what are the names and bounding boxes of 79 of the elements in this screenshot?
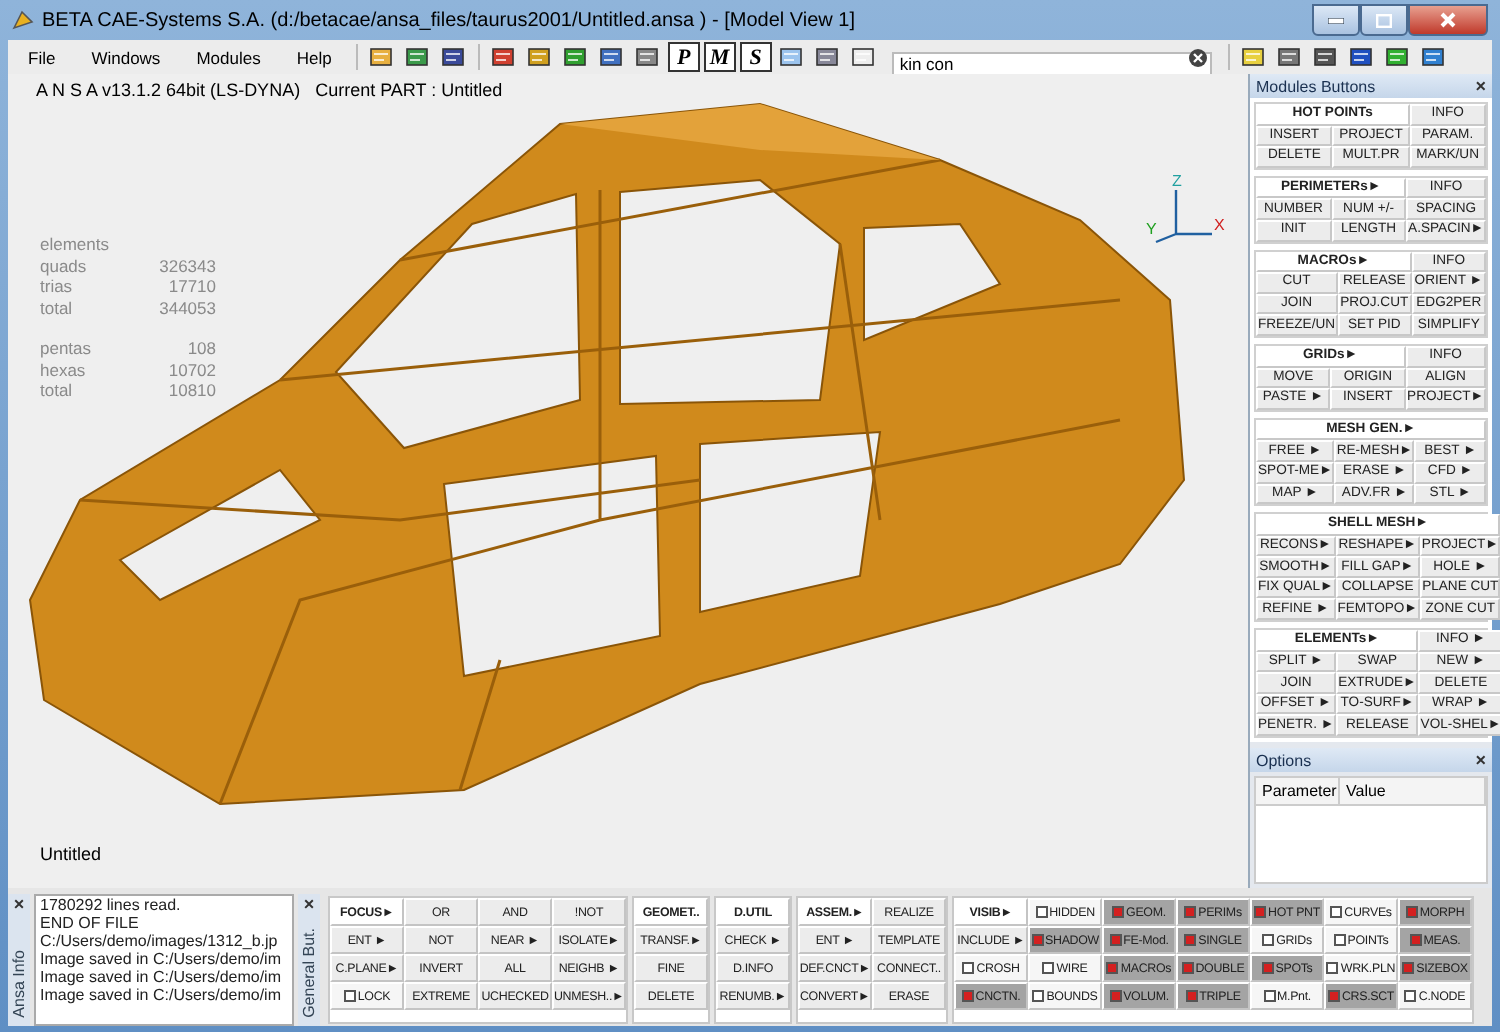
log-line: Image saved in C:/Users/demo/im	[38, 986, 283, 1004]
checkbox[interactable]	[1333, 934, 1346, 946]
menu-item[interactable]: Modules	[180, 47, 277, 67]
checkbox[interactable]	[1184, 934, 1197, 946]
stat-label: pentas	[40, 338, 94, 359]
minimize-button[interactable]	[1312, 4, 1360, 36]
checkbox[interactable]	[961, 990, 974, 1002]
checkbox[interactable]	[1405, 906, 1418, 918]
stat-label: trias	[40, 276, 75, 297]
window-title: BETA CAE-Systems S.A. (d:/betacae/ansa_files/taurus2001/Untitled.ansa ) - [Model View 1]	[42, 9, 855, 31]
viewport-header: A N S A v13.1.2 64bit (LS-DYNA) Current PART : Untitled	[34, 78, 505, 104]
checkbox[interactable]	[1327, 990, 1340, 1002]
stat-label: hexas	[40, 359, 88, 380]
maximize-icon	[1376, 13, 1392, 27]
panel-title: Options	[1256, 751, 1312, 770]
log-line: Image saved in C:/Users/demo/im	[38, 950, 283, 968]
toolbar-button[interactable]: P	[667, 42, 700, 72]
toolbar-button[interactable]: M	[703, 42, 736, 72]
stat-value: 326343	[157, 255, 216, 276]
checkbox[interactable]	[1330, 906, 1343, 918]
clear-icon[interactable]	[1187, 47, 1208, 67]
log-line: C:/Users/demo/images/1312_b.jp	[38, 932, 280, 950]
log-line: 1780292 lines read.	[38, 896, 183, 914]
checkbox[interactable]	[1181, 962, 1194, 974]
close-icon	[1440, 12, 1456, 28]
maximize-button[interactable]	[1360, 4, 1408, 36]
column-header: Value	[1340, 778, 1486, 807]
checkbox[interactable]	[1263, 990, 1275, 1002]
app-logo-icon	[12, 9, 34, 31]
stat-value: 10810	[166, 380, 216, 401]
checkbox[interactable]	[1032, 990, 1045, 1002]
checkbox[interactable]	[1262, 934, 1275, 946]
close-icon[interactable]: ×	[1475, 750, 1486, 771]
stat-label: quads	[40, 255, 89, 276]
stat-value: 10702	[166, 359, 216, 380]
stat-value: 17710	[166, 276, 216, 297]
log-line: END OF FILE	[38, 914, 141, 932]
checkbox[interactable]	[1185, 990, 1198, 1002]
checkbox[interactable]	[1109, 990, 1122, 1002]
checkbox[interactable]	[1035, 906, 1048, 918]
minimize-icon	[1328, 17, 1344, 23]
close-icon[interactable]: ×	[13, 894, 25, 914]
checkbox[interactable]	[962, 962, 975, 974]
checkbox[interactable]	[1031, 934, 1044, 946]
checkbox[interactable]	[1106, 962, 1119, 974]
panel-tab[interactable]: × General But.	[298, 894, 320, 1026]
column-header: Parameter	[1256, 778, 1340, 807]
checkbox[interactable]	[1326, 962, 1339, 974]
toolbar-button[interactable]: S	[739, 42, 772, 72]
axis-label: X	[1214, 216, 1225, 234]
tab-label[interactable]: Ansa Info	[10, 950, 28, 1018]
log-line: Image saved in C:/Users/demo/im	[38, 968, 283, 986]
axis-label: Z	[1172, 172, 1182, 190]
checkbox[interactable]	[1112, 906, 1125, 918]
stat-value: 108	[185, 338, 216, 359]
checkbox[interactable]	[1042, 962, 1055, 974]
checkbox[interactable]	[343, 990, 356, 1002]
viewport-footer: Untitled	[40, 844, 102, 864]
stat-value: 344053	[157, 297, 216, 318]
checkbox[interactable]	[1109, 934, 1122, 946]
stat-label: total	[40, 380, 75, 401]
panel-title: Modules Buttons	[1256, 77, 1376, 95]
panel-tab[interactable]: × Ansa Info	[8, 894, 30, 1026]
close-button[interactable]	[1408, 4, 1488, 36]
stat-label: total	[40, 297, 75, 318]
menu-item[interactable]: Windows	[75, 47, 177, 67]
menu-item[interactable]: File	[12, 47, 72, 67]
close-icon[interactable]: ×	[1475, 76, 1486, 96]
menu-item[interactable]: Help	[280, 47, 348, 67]
checkbox[interactable]	[1254, 906, 1266, 918]
checkbox[interactable]	[1409, 934, 1422, 946]
checkbox[interactable]	[1402, 962, 1415, 974]
axis-label: Y	[1146, 220, 1157, 238]
checkbox[interactable]	[1404, 990, 1417, 1002]
checkbox[interactable]	[1184, 906, 1197, 918]
stats-heading: elements	[40, 234, 111, 255]
close-icon[interactable]: ×	[303, 894, 315, 914]
tab-label[interactable]: General But.	[300, 928, 318, 1018]
checkbox[interactable]	[1261, 962, 1274, 974]
